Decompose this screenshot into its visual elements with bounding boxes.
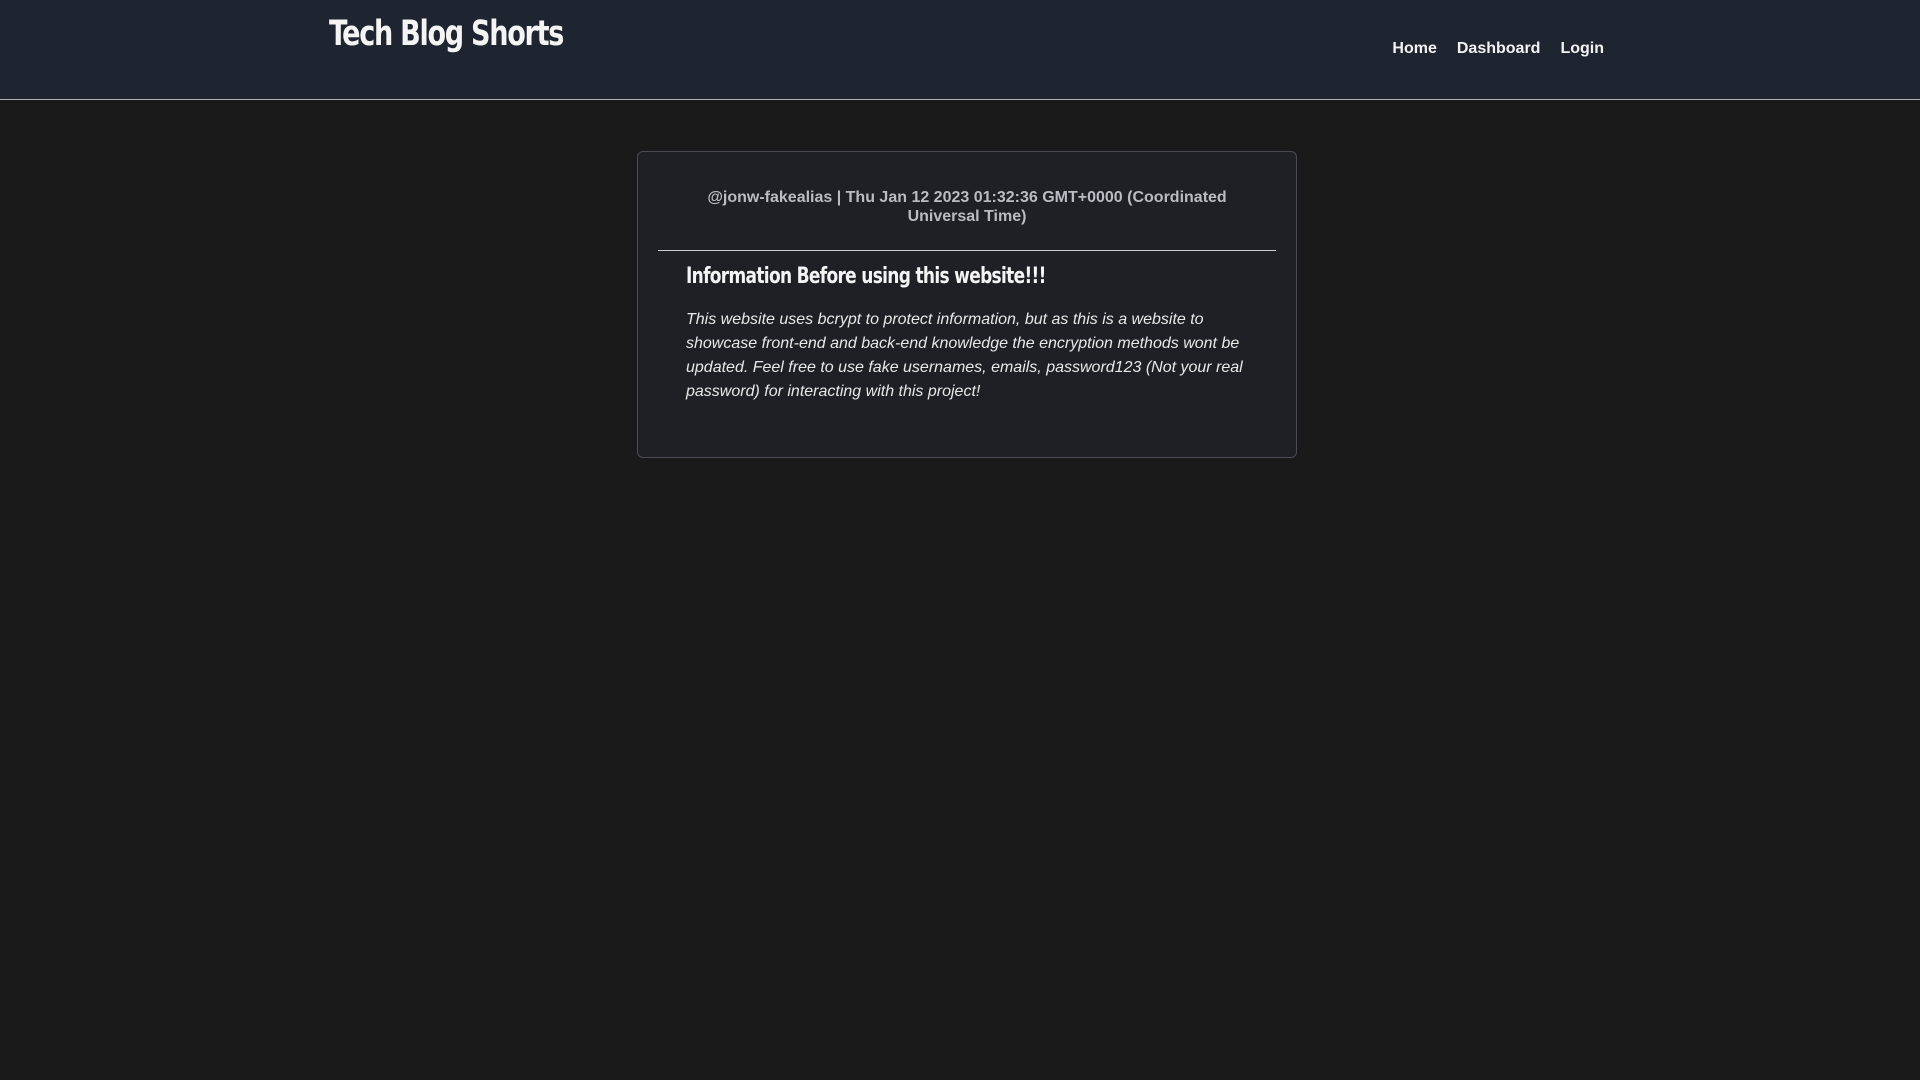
post-title: Information Before using this website!!! [686,264,1046,289]
post-body: This website uses bcrypt to protect info… [686,311,1243,400]
post-divider [658,250,1276,251]
nav-login-link[interactable]: Login [1560,40,1604,58]
nav-links: Home Dashboard Login [1392,40,1604,58]
nav-dashboard-link[interactable]: Dashboard [1457,40,1541,58]
nav-home-link[interactable]: Home [1392,40,1436,58]
site-logo-title[interactable]: Tech Blog Shorts [329,14,564,54]
post-author-date: @jonw-fakealias | Thu Jan 12 2023 01:32:… [707,189,1227,225]
post-card[interactable]: @jonw-fakealias | Thu Jan 12 2023 01:32:… [637,151,1297,458]
top-navbar: Tech Blog Shorts Home Dashboard Login [0,0,1920,100]
